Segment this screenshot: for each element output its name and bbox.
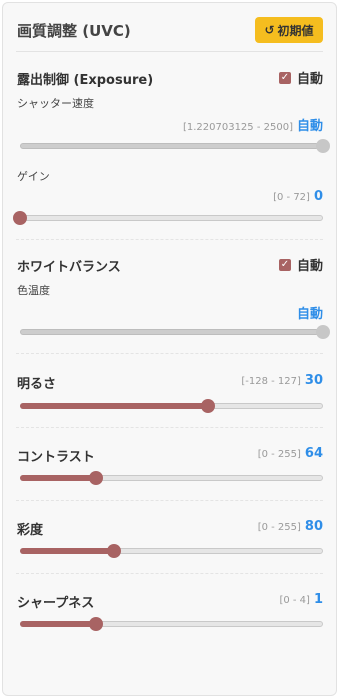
gain-slider[interactable] <box>13 211 323 225</box>
sharpness-value: 1 <box>313 592 323 607</box>
color-temp-slider[interactable] <box>20 325 330 339</box>
slider-fill <box>20 621 96 627</box>
brightness-slider[interactable] <box>20 399 323 413</box>
exposure-auto-checkbox[interactable]: ✓ <box>278 71 291 84</box>
white-balance-title: ホワイトバランス <box>17 260 121 275</box>
exposure-auto-toggle[interactable]: ✓ 自動 <box>278 68 323 87</box>
white-balance-auto-toggle[interactable]: ✓ 自動 <box>278 255 323 274</box>
section-divider <box>16 573 323 574</box>
contrast-slider[interactable] <box>20 471 323 485</box>
slider-thumb[interactable] <box>106 544 121 558</box>
slider-fill <box>20 403 208 409</box>
exposure-auto-label: 自動 <box>296 72 323 87</box>
reset-icon: ↺ <box>264 23 275 37</box>
saturation-title: 彩度 <box>17 523 44 538</box>
slider-thumb[interactable] <box>88 617 103 631</box>
panel-title: 画質調整 (UVC) <box>17 22 131 40</box>
gain-range: [0 - 72] <box>273 192 310 203</box>
contrast-title: コントラスト <box>17 450 95 465</box>
shutter-speed-slider[interactable] <box>20 139 330 153</box>
slider-track <box>20 143 323 149</box>
saturation-value: 80 <box>304 519 323 534</box>
gain-label: ゲイン <box>17 170 50 183</box>
brightness-value-line: [-128 - 127] 30 <box>241 373 323 388</box>
brightness-range: [-128 - 127] <box>241 376 301 387</box>
section-divider <box>16 239 323 240</box>
section-divider <box>16 500 323 501</box>
image-adjust-panel: 画質調整 (UVC) ↺ 初期値 露出制御 (Exposure) ✓ 自動 シャ… <box>2 2 337 696</box>
color-temp-value-line: 自動 <box>297 303 323 322</box>
color-temp-label: 色温度 <box>17 284 50 297</box>
panel-header: 画質調整 (UVC) ↺ 初期値 <box>16 3 323 52</box>
white-balance-auto-label: 自動 <box>296 259 323 274</box>
slider-fill <box>20 475 96 481</box>
sharpness-range: [0 - 4] <box>279 595 310 606</box>
saturation-range: [0 - 255] <box>257 522 301 533</box>
slider-track <box>20 215 323 221</box>
saturation-value-line: [0 - 255] 80 <box>258 519 323 534</box>
gain-value: 0 <box>313 189 323 204</box>
slider-thumb[interactable] <box>316 325 330 339</box>
contrast-value: 64 <box>304 446 323 461</box>
reset-defaults-button[interactable]: ↺ 初期値 <box>255 17 323 43</box>
shutter-speed-range: [1.220703125 - 2500] <box>182 122 293 133</box>
slider-thumb[interactable] <box>316 139 330 153</box>
slider-thumb[interactable] <box>13 211 27 225</box>
reset-label: 初期値 <box>277 23 314 38</box>
shutter-speed-value: 自動 <box>296 119 323 134</box>
sharpness-slider[interactable] <box>20 617 323 631</box>
slider-thumb[interactable] <box>200 399 215 413</box>
saturation-slider[interactable] <box>20 544 323 558</box>
brightness-value: 30 <box>304 373 323 388</box>
slider-fill <box>20 548 114 554</box>
exposure-title: 露出制御 (Exposure) <box>17 73 154 88</box>
slider-thumb[interactable] <box>88 471 103 485</box>
sharpness-title: シャープネス <box>17 596 95 611</box>
contrast-value-line: [0 - 255] 64 <box>258 446 323 461</box>
shutter-speed-value-line: [1.220703125 - 2500] 自動 <box>183 115 323 134</box>
color-temp-value: 自動 <box>296 307 323 322</box>
section-divider <box>16 353 323 354</box>
sharpness-value-line: [0 - 4] 1 <box>279 592 323 607</box>
shutter-speed-label: シャッター速度 <box>17 97 94 110</box>
brightness-title: 明るさ <box>17 377 57 392</box>
contrast-range: [0 - 255] <box>257 449 301 460</box>
gain-value-line: [0 - 72] 0 <box>273 189 323 204</box>
section-divider <box>16 427 323 428</box>
white-balance-auto-checkbox[interactable]: ✓ <box>278 258 291 271</box>
slider-track <box>20 329 323 335</box>
